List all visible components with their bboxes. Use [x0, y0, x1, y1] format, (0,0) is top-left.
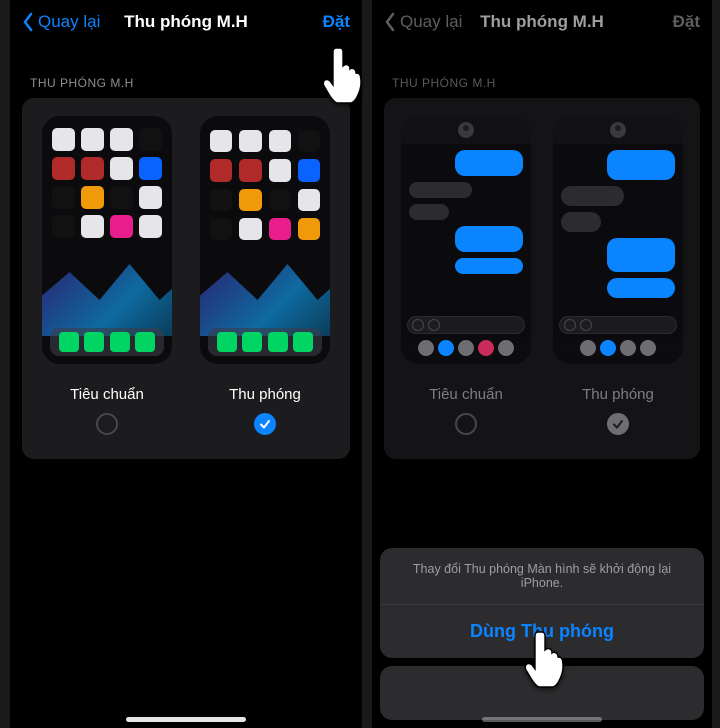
home-indicator[interactable]: [126, 717, 246, 722]
back-label: Quay lại: [400, 12, 462, 32]
preview-standard-messages: [401, 116, 531, 364]
action-sheet-message: Thay đổi Thu phóng Màn hình sẽ khởi động…: [380, 548, 704, 605]
checkmark-icon: [612, 418, 624, 430]
radio-standard[interactable]: [96, 413, 118, 435]
preview-zoomed-messages: [553, 116, 683, 364]
preview-zoomed-home: [200, 116, 330, 364]
radio-zoomed: [607, 413, 629, 435]
radio-zoomed[interactable]: [254, 413, 276, 435]
option-standard-label: Tiêu chuẩn: [429, 386, 503, 403]
chevron-left-icon: [22, 12, 34, 32]
action-sheet-cancel-button[interactable]: [380, 666, 704, 720]
option-standard[interactable]: Tiêu chuẩn: [34, 116, 180, 435]
zoom-options-panel: Tiêu chuẩn: [384, 98, 700, 459]
nav-bar: Quay lại Thu phóng M.H Đặt: [10, 0, 362, 44]
message-input-preview: [559, 316, 677, 334]
page-title: Thu phóng M.H: [124, 12, 248, 32]
home-indicator[interactable]: [482, 717, 602, 722]
avatar-icon: [610, 122, 626, 138]
back-button: Quay lại: [384, 12, 462, 32]
zoom-options-panel: Tiêu chuẩn: [22, 98, 350, 459]
back-button[interactable]: Quay lại: [22, 12, 100, 32]
screenshot-right: Quay lại Thu phóng M.H Đặt THU PHÓNG M.H: [372, 0, 712, 728]
radio-standard: [455, 413, 477, 435]
section-header-zoom: THU PHÓNG M.H: [10, 44, 362, 98]
message-input-preview: [407, 316, 525, 334]
action-sheet-confirm-button[interactable]: Dùng Thu phóng: [380, 605, 704, 658]
screenshot-left: Quay lại Thu phóng M.H Đặt THU PHÓNG M.H: [10, 0, 362, 728]
option-zoomed-label: Thu phóng: [229, 386, 301, 403]
chevron-left-icon: [384, 12, 396, 32]
avatar-icon: [458, 122, 474, 138]
preview-standard-home: [42, 116, 172, 364]
app-bar: [553, 338, 683, 358]
action-sheet: Thay đổi Thu phóng Màn hình sẽ khởi động…: [380, 548, 704, 720]
option-standard: Tiêu chuẩn: [396, 116, 536, 435]
option-standard-label: Tiêu chuẩn: [70, 386, 144, 403]
option-zoomed[interactable]: Thu phóng: [192, 116, 338, 435]
option-zoomed-label: Thu phóng: [582, 386, 654, 403]
app-bar: [401, 338, 531, 358]
section-header-zoom: THU PHÓNG M.H: [372, 44, 712, 98]
option-zoomed: Thu phóng: [548, 116, 688, 435]
set-button: Đặt: [673, 12, 700, 32]
page-title: Thu phóng M.H: [480, 12, 604, 32]
checkmark-icon: [259, 418, 271, 430]
nav-bar: Quay lại Thu phóng M.H Đặt: [372, 0, 712, 44]
back-label: Quay lại: [38, 12, 100, 32]
set-button[interactable]: Đặt: [323, 12, 350, 32]
